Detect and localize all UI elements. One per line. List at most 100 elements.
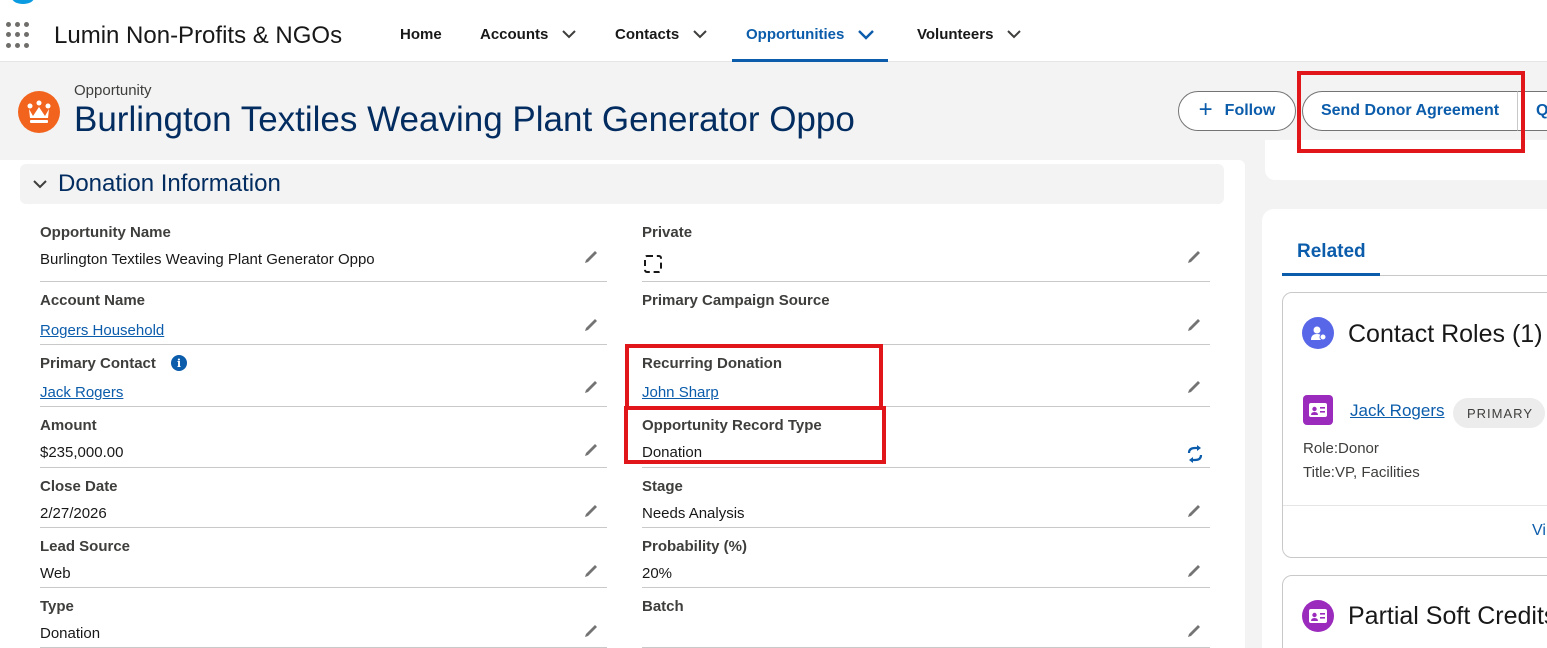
field-label: Stage — [642, 478, 683, 495]
field-value: Needs Analysis — [642, 505, 745, 522]
next-action-label: Q — [1536, 102, 1547, 119]
contact-roles-title[interactable]: Contact Roles (1) — [1348, 320, 1543, 349]
field-value: 2/27/2026 — [40, 505, 107, 522]
field-value: Burlington Textiles Weaving Plant Genera… — [40, 251, 375, 268]
field-value: Donation — [642, 444, 703, 461]
follow-button-label: Follow — [1224, 102, 1276, 119]
pencil-icon[interactable] — [583, 561, 601, 579]
send-button-label: Send Donor Agreement — [1320, 102, 1500, 119]
field-opportunity-name: Opportunity Name Burlington Textiles Wea… — [40, 224, 607, 282]
soft-credits-icon — [1302, 600, 1334, 632]
field-label: Account Name — [40, 292, 146, 309]
recurring-donation-link[interactable]: John Sharp — [642, 384, 719, 401]
private-checkbox — [644, 255, 662, 273]
salesforce-cloud-logo — [12, 0, 34, 4]
nav-item-label: Volunteers — [917, 26, 994, 43]
pencil-icon[interactable] — [583, 315, 601, 333]
field-label: Opportunity Name — [40, 224, 171, 241]
pencil-icon[interactable] — [583, 377, 601, 395]
pencil-icon[interactable] — [583, 440, 601, 458]
soft-credits-title[interactable]: Partial Soft Credits — [1348, 602, 1547, 631]
follow-button[interactable]: + Follow — [1178, 91, 1296, 131]
nav-item-volunteers[interactable]: Volunteers — [917, 25, 1022, 62]
card-footer-divider — [1283, 505, 1547, 506]
field-private: Private — [642, 224, 1210, 282]
chevron-down-icon[interactable] — [858, 25, 875, 43]
nav-item-home[interactable]: Home — [400, 26, 442, 62]
pencil-icon[interactable] — [1186, 501, 1204, 519]
field-label: Amount — [40, 417, 97, 434]
pencil-icon[interactable] — [1186, 621, 1204, 639]
nav-item-label: Contacts — [615, 26, 680, 43]
field-label: Private — [642, 224, 693, 241]
field-stage: Stage Needs Analysis — [642, 478, 1210, 528]
field-value: 20% — [642, 565, 673, 582]
global-navigation: Lumin Non-Profits & NGOs Home Accounts C… — [0, 0, 1547, 62]
app-name: Lumin Non-Profits & NGOs — [54, 22, 343, 49]
field-label: Close Date — [40, 478, 118, 495]
account-name-link[interactable]: Rogers Household — [40, 322, 164, 339]
nav-item-label: Accounts — [480, 26, 549, 43]
field-batch: Batch — [642, 598, 1210, 648]
contact-title-text: Title:VP, Facilities — [1303, 464, 1420, 481]
field-primary-campaign-source: Primary Campaign Source — [642, 292, 1210, 345]
crown-icon — [18, 91, 60, 133]
record-type-label: Opportunity — [74, 82, 152, 99]
field-value: $235,000.00 — [40, 444, 124, 461]
pencil-icon[interactable] — [1186, 561, 1204, 579]
pencil-icon[interactable] — [583, 621, 601, 639]
field-account-name: Account Name Rogers Household — [40, 292, 607, 345]
contact-role-link[interactable]: Jack Rogers — [1350, 401, 1444, 421]
chevron-down-icon[interactable] — [693, 25, 707, 43]
field-lead-source: Lead Source Web — [40, 538, 607, 588]
section-title: Donation Information — [58, 170, 281, 197]
field-value: Donation — [40, 625, 101, 642]
view-all-link[interactable]: Vi — [1532, 522, 1546, 540]
app-launcher-icon[interactable] — [6, 22, 34, 50]
page-title: Burlington Textiles Weaving Plant Genera… — [74, 100, 855, 139]
field-recurring-donation: Recurring Donation John Sharp — [642, 355, 1210, 407]
info-icon[interactable]: i — [171, 355, 187, 371]
next-action-button[interactable]: Q — [1518, 91, 1547, 131]
section-header-donation-information[interactable]: Donation Information — [20, 164, 1224, 204]
nav-item-opportunities[interactable]: Opportunities — [732, 25, 889, 62]
tab-related[interactable]: Related — [1282, 238, 1380, 276]
contact-role-text: Role:Donor — [1303, 440, 1379, 457]
nav-item-accounts[interactable]: Accounts — [480, 25, 577, 62]
field-label: Primary Campaign Source — [642, 292, 830, 309]
pencil-icon[interactable] — [583, 501, 601, 519]
field-label: Batch — [642, 598, 684, 615]
activity-panel-edge — [1265, 140, 1547, 180]
contact-card-icon — [1303, 395, 1333, 425]
nav-item-contacts[interactable]: Contacts — [615, 26, 707, 62]
primary-badge: PRIMARY — [1453, 398, 1545, 428]
field-label: Type — [40, 598, 74, 615]
swap-icon[interactable] — [1186, 445, 1204, 463]
field-probability: Probability (%) 20% — [642, 538, 1210, 588]
contact-roles-icon — [1302, 317, 1334, 349]
field-amount: Amount $235,000.00 — [40, 417, 607, 468]
pencil-icon[interactable] — [583, 247, 601, 265]
field-type: Type Donation — [40, 598, 607, 648]
field-opportunity-record-type: Opportunity Record Type Donation — [642, 417, 1210, 468]
plus-icon: + — [1198, 96, 1213, 123]
field-label: Recurring Donation — [642, 355, 783, 372]
field-label: Lead Source — [40, 538, 131, 555]
field-label: Primary Contact — [40, 355, 156, 372]
field-label: Opportunity Record Type — [642, 417, 822, 434]
field-value: Web — [40, 565, 71, 582]
field-close-date: Close Date 2/27/2026 — [40, 478, 607, 528]
nav-item-label: Home — [400, 26, 442, 43]
pencil-icon[interactable] — [1186, 247, 1204, 265]
chevron-down-icon[interactable] — [1007, 25, 1022, 43]
field-label: Probability (%) — [642, 538, 748, 555]
tab-divider — [1380, 275, 1547, 276]
send-donor-agreement-button[interactable]: Send Donor Agreement — [1302, 91, 1518, 131]
chevron-down-icon[interactable] — [562, 25, 577, 43]
pencil-icon[interactable] — [1186, 377, 1204, 395]
pencil-icon[interactable] — [1186, 315, 1204, 333]
primary-contact-link[interactable]: Jack Rogers — [40, 384, 123, 401]
chevron-down-icon[interactable] — [32, 176, 48, 192]
nav-item-label: Opportunities — [746, 26, 845, 43]
field-primary-contact: Primary Contact i Jack Rogers — [40, 355, 607, 407]
